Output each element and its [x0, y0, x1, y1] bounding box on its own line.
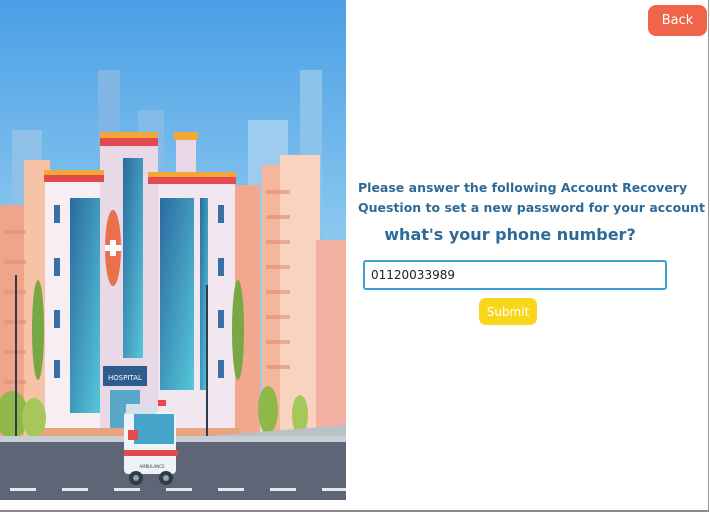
instructions-line-2: Question to set a new password for your …	[358, 200, 705, 215]
back-button[interactable]: Back	[648, 5, 707, 36]
answer-input[interactable]	[363, 260, 667, 290]
hospital-sign-text: HOSPITAL	[108, 374, 142, 382]
security-question: what's your phone number?	[384, 225, 636, 244]
recovery-page: HOSPITAL AMBULANCE Back Please answer th…	[0, 0, 709, 512]
submit-button[interactable]: Submit	[479, 298, 537, 325]
recovery-instructions: Please answer the following Account Reco…	[358, 178, 705, 218]
ambulance-text: AMBULANCE	[139, 464, 165, 469]
hospital-illustration: HOSPITAL AMBULANCE	[0, 0, 346, 500]
instructions-line-1: Please answer the following Account Reco…	[358, 180, 688, 195]
